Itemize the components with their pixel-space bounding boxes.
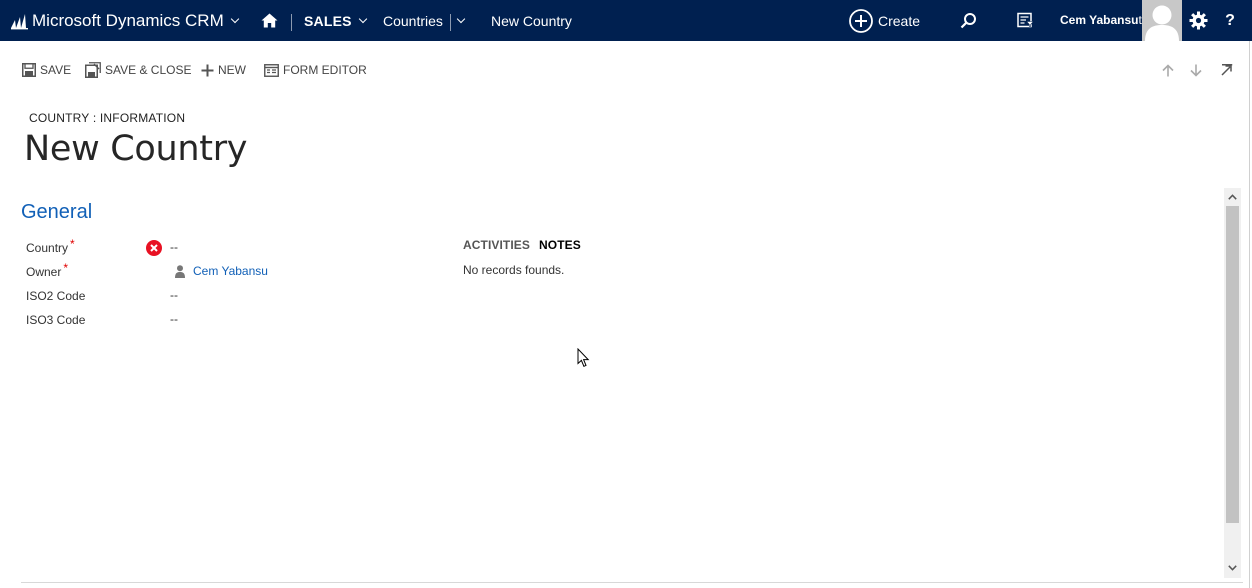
iso3-code-label: ISO3 Code (26, 313, 86, 327)
help-button[interactable]: ? (1220, 0, 1240, 41)
scroll-up-button[interactable] (1224, 188, 1241, 205)
owner-label-text: Owner (26, 265, 62, 279)
dynamics-logo-icon (11, 13, 28, 29)
iso2-code-label: ISO2 Code (26, 289, 86, 303)
user-icon (175, 265, 185, 278)
nav-divider (450, 14, 451, 31)
save-icon (22, 63, 36, 77)
country-label: Country * (26, 237, 75, 255)
area-menu-sales[interactable]: SALES (304, 0, 367, 41)
advanced-find-icon (1017, 12, 1035, 29)
form-editor-label: FORM EDITOR (283, 63, 367, 77)
form-selector-label[interactable]: COUNTRY : INFORMATION (29, 111, 185, 125)
chevron-up-icon (1228, 193, 1237, 200)
save-close-label: SAVE & CLOSE (105, 63, 192, 77)
user-name: Cem Yabansu (1060, 13, 1139, 27)
app-title: Microsoft Dynamics CRM (32, 10, 224, 30)
tab-activities[interactable]: ACTIVITIES (463, 238, 530, 252)
home-icon (261, 13, 277, 28)
settings-button[interactable] (1186, 0, 1210, 41)
empty-notes-message: No records founds. (463, 263, 565, 277)
mouse-cursor-icon (577, 348, 590, 367)
save-close-icon (85, 62, 101, 78)
add-circle-icon (849, 8, 873, 33)
scroll-down-button[interactable] (1224, 559, 1241, 576)
create-button[interactable]: Create (848, 0, 920, 41)
breadcrumb-entity-label: Countries (383, 12, 443, 29)
footer-divider (21, 582, 1243, 583)
save-and-close-button[interactable]: SAVE & CLOSE (85, 60, 191, 80)
search-icon (960, 13, 976, 29)
breadcrumb-countries[interactable]: Countries (383, 0, 443, 41)
chevron-down-icon (358, 14, 367, 23)
advanced-find-button[interactable] (1014, 0, 1038, 41)
iso3-code-field[interactable]: -- (170, 312, 178, 326)
user-avatar-icon (1145, 5, 1179, 41)
search-button[interactable] (956, 0, 980, 41)
save-button[interactable]: SAVE (22, 60, 71, 80)
new-button[interactable]: NEW (201, 60, 246, 80)
pop-out-button[interactable] (1218, 61, 1236, 79)
form-editor-button[interactable]: FORM EDITOR (264, 60, 367, 80)
countries-dropdown-button[interactable] (452, 0, 470, 41)
plus-icon (201, 64, 214, 76)
save-label: SAVE (40, 63, 72, 77)
iso2-code-field[interactable]: -- (170, 288, 178, 302)
page-title: New Country (24, 129, 248, 169)
country-field[interactable]: -- (170, 240, 178, 254)
breadcrumb-record-label: New Country (491, 12, 572, 29)
chevron-down-icon (456, 14, 466, 23)
new-label: NEW (218, 63, 246, 77)
arrow-down-icon (1190, 64, 1202, 77)
required-marker: * (70, 237, 75, 251)
gear-icon (1189, 11, 1207, 30)
scrollbar-thumb[interactable] (1226, 206, 1239, 523)
help-label: ? (1225, 11, 1235, 29)
area-label: SALES (304, 12, 352, 29)
owner-lookup-link[interactable]: Cem Yabansu (193, 264, 268, 278)
app-switcher[interactable]: Microsoft Dynamics CRM (10, 0, 239, 41)
form-editor-icon (264, 63, 279, 77)
home-button[interactable] (256, 0, 282, 41)
window-edge (1249, 41, 1250, 588)
nav-divider (291, 14, 292, 31)
pop-out-icon (1221, 64, 1233, 76)
breadcrumb-record: New Country (491, 0, 572, 41)
tab-notes[interactable]: NOTES (539, 238, 581, 252)
required-marker: * (63, 261, 69, 275)
next-record-button[interactable] (1187, 61, 1205, 79)
section-title: General (21, 201, 93, 223)
top-navigation-bar: Microsoft Dynamics CRM SALES Countries N… (0, 0, 1252, 41)
chevron-down-icon (230, 14, 239, 23)
arrow-up-icon (1162, 63, 1174, 76)
owner-label: Owner * (26, 261, 68, 279)
error-icon (146, 240, 162, 256)
avatar[interactable] (1142, 0, 1182, 41)
chevron-down-icon (1228, 564, 1237, 571)
create-label: Create (878, 12, 921, 29)
country-label-text: Country (26, 241, 69, 255)
previous-record-button[interactable] (1159, 61, 1177, 79)
